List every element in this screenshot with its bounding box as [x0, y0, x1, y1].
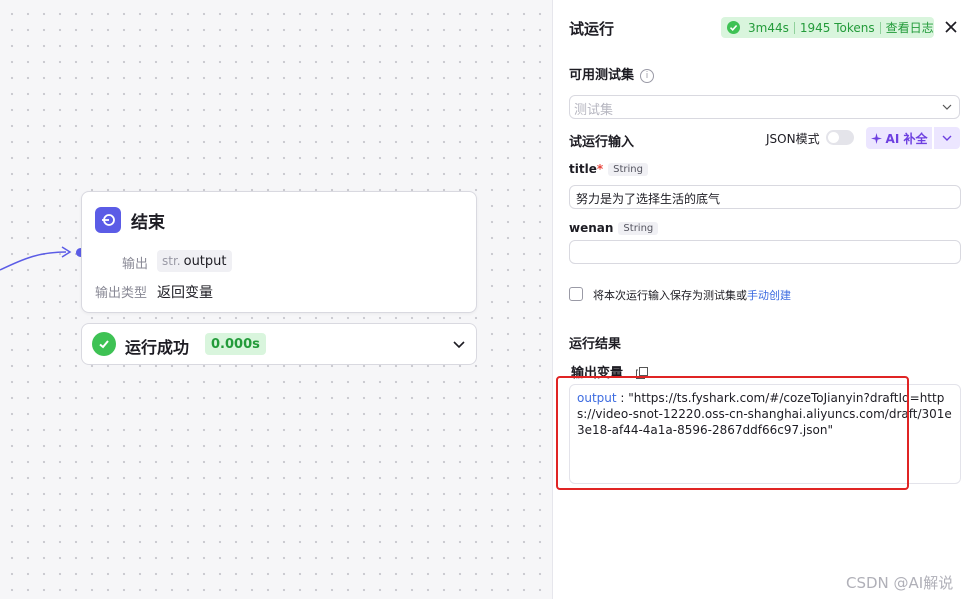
title-input[interactable]: 努力是为了选择生活的底气 [569, 185, 961, 209]
chevron-down-icon[interactable] [452, 337, 466, 351]
output-variables-text: 输出变量 [571, 366, 624, 381]
field-type-tag: String [608, 163, 648, 176]
required-marker: * [596, 162, 604, 176]
panel-title: 试运行 [569, 20, 615, 38]
run-result-bar[interactable]: 运行成功 0.000s [81, 323, 477, 365]
sparkle-icon [870, 132, 882, 144]
divider [879, 21, 881, 34]
testset-select[interactable]: 测试集 [569, 95, 960, 119]
run-status-text: 运行成功 [125, 338, 190, 357]
run-input-label: 试运行输入 [569, 135, 635, 150]
output-variable-name: output [183, 253, 227, 269]
ai-complete-label: AI 补全 [885, 131, 928, 146]
run-duration: 3m44s [748, 20, 789, 35]
testset-label-text: 可用测试集 [569, 68, 635, 83]
output-type-value: 返回变量 [157, 285, 213, 301]
json-mode-label: JSON模式 [766, 132, 820, 146]
testset-label: 可用测试集 i [569, 64, 655, 83]
connection-edge [0, 246, 72, 271]
end-node-icon [95, 207, 121, 233]
divider [793, 21, 795, 34]
token-count: 1945 Tokens [799, 20, 875, 35]
run-time-badge: 0.000s [205, 333, 266, 355]
workflow-canvas[interactable]: 结束 输出 str. output 输出类型 返回变量 运行成功 0.000s [0, 0, 552, 599]
output-label: 输出 [122, 257, 149, 272]
output-variables-label: 输出变量 [571, 362, 648, 381]
run-status-pill: 3m44s 1945 Tokens 查看日志 [721, 17, 934, 38]
testset-placeholder: 测试集 [574, 103, 614, 118]
output-type-label: 输出类型 [95, 286, 148, 301]
test-run-panel: 试运行 3m44s 1945 Tokens 查看日志 可用测试集 i 测试集 试运… [552, 0, 974, 599]
field-label-wenan: wenan String [569, 221, 659, 235]
output-variable-tag: str. output [157, 250, 232, 272]
ai-complete-button[interactable]: AI 补全 [866, 127, 932, 149]
output-key: output [577, 391, 617, 405]
chevron-down-icon [942, 104, 952, 110]
ai-complete-dropdown[interactable] [934, 127, 960, 149]
check-circle-icon [727, 21, 740, 34]
field-label-title: title* String [569, 162, 648, 176]
watermark: CSDN @AI解说 [846, 574, 954, 592]
type-prefix: str. [162, 254, 181, 268]
wenan-input[interactable] [569, 240, 961, 264]
save-testset-checkbox[interactable] [569, 287, 583, 301]
json-mode-toggle[interactable] [826, 130, 854, 145]
close-icon[interactable] [943, 19, 959, 35]
output-separator: : [616, 391, 629, 405]
end-node[interactable]: 结束 输出 str. output 输出类型 返回变量 [81, 191, 477, 313]
field-name-title: title [569, 162, 597, 176]
output-result-box: output : "https://ts.fyshark.com/#/cozeT… [569, 384, 961, 484]
manual-create-link[interactable]: 手动创建 [747, 289, 791, 302]
node-title: 结束 [131, 213, 165, 233]
output-value: "https://ts.fyshark.com/#/cozeToJianyin?… [577, 391, 952, 437]
save-testset-label: 将本次运行输入保存为测试集或 [593, 289, 747, 302]
check-circle-icon [92, 332, 116, 356]
field-name-wenan: wenan [569, 221, 614, 235]
view-log-link[interactable]: 查看日志 [886, 19, 934, 36]
info-icon[interactable]: i [640, 69, 655, 83]
copy-icon[interactable] [635, 367, 648, 379]
chevron-down-icon [942, 135, 952, 141]
field-type-tag: String [618, 222, 659, 235]
run-result-label: 运行结果 [569, 337, 622, 352]
save-testset-text: 将本次运行输入保存为测试集或手动创建 [593, 287, 791, 303]
